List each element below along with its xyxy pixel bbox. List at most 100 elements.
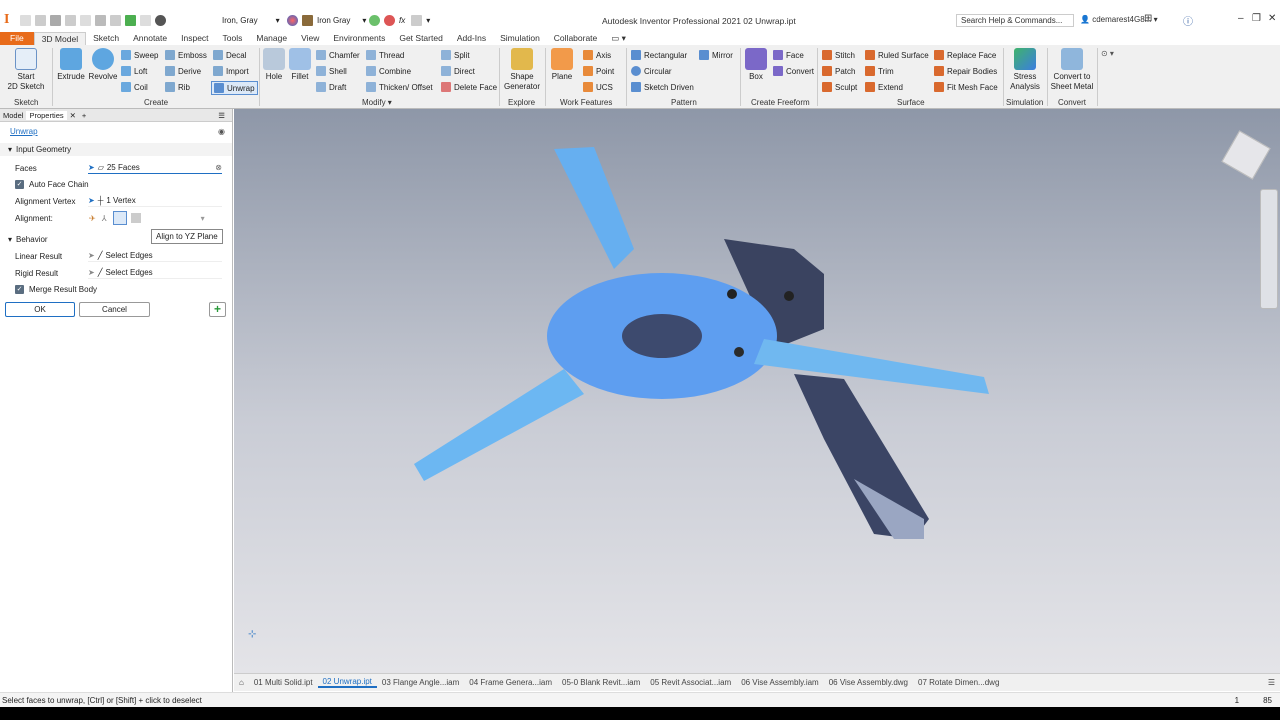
clear-selection-icon[interactable]: ⊗ <box>215 163 222 172</box>
tab-inspect[interactable]: Inspect <box>174 32 215 45</box>
alignment-vertex-selector[interactable]: ➤ ┼ 1 Vertex <box>88 195 222 207</box>
new-icon[interactable] <box>20 15 31 26</box>
update-icon[interactable] <box>125 15 136 26</box>
unwrap-part[interactable] <box>414 147 989 539</box>
axis-button[interactable]: Axis <box>583 50 611 60</box>
fx-icon[interactable]: fx <box>399 16 405 25</box>
ucs-button[interactable]: UCS <box>583 82 613 92</box>
split-button[interactable]: Split <box>441 50 470 60</box>
auto-face-chain-checkbox[interactable]: ✓ Auto Face Chain <box>15 180 89 189</box>
extrude-button[interactable]: Extrude <box>56 48 86 82</box>
panel-menu-icon[interactable]: ☰ <box>215 111 228 120</box>
tab-sketch[interactable]: Sketch <box>86 32 126 45</box>
fillet-button[interactable]: Fillet <box>288 48 312 82</box>
coil-button[interactable]: Coil <box>121 82 148 92</box>
clear-icon[interactable] <box>384 15 395 26</box>
plane-button[interactable]: Plane <box>548 48 576 82</box>
box-button[interactable]: Box <box>744 48 768 82</box>
navigation-bar[interactable] <box>1260 189 1278 309</box>
ok-button[interactable]: OK <box>5 302 75 317</box>
doc-tab[interactable]: 06 Vise Assembly.dwg <box>824 678 913 687</box>
stitch-button[interactable]: Stitch <box>822 50 855 60</box>
home-icon[interactable] <box>95 15 106 26</box>
add-tab-icon[interactable]: + <box>79 111 89 120</box>
thicken-offset-button[interactable]: Thicken/ Offset <box>366 82 433 92</box>
derive-button[interactable]: Derive <box>165 66 201 76</box>
minimize-button[interactable]: – <box>1238 13 1244 24</box>
material-dropdown[interactable]: Iron, Gray ▾ <box>222 14 280 27</box>
cart-icon[interactable]: ⊞ <box>1144 13 1152 24</box>
circular-pattern-button[interactable]: Circular <box>631 66 672 76</box>
help-icon[interactable]: ⓘ <box>1183 13 1193 28</box>
start-2d-sketch-button[interactable]: Start 2D Sketch <box>6 48 46 92</box>
rigid-result-selector[interactable]: ➤ ╱ Select Edges <box>88 267 222 279</box>
align-plane-icon[interactable] <box>112 211 127 225</box>
sweep-button[interactable]: Sweep <box>121 50 158 60</box>
tab-view[interactable]: View <box>294 32 326 45</box>
emboss-button[interactable]: Emboss <box>165 50 207 60</box>
close-tab-icon[interactable]: ✕ <box>67 111 79 120</box>
add-icon[interactable]: + <box>209 302 226 317</box>
doc-tab-active[interactable]: 02 Unwrap.ipt <box>317 677 377 688</box>
doc-tab[interactable]: 06 Vise Assembly.iam <box>736 678 824 687</box>
linear-result-selector[interactable]: ➤ ╱ Select Edges <box>88 250 222 262</box>
point-button[interactable]: Point <box>583 66 614 76</box>
loft-button[interactable]: Loft <box>121 66 147 76</box>
home-icon[interactable]: ⌂ <box>234 678 249 687</box>
doc-tab[interactable]: 03 Flange Angle...iam <box>377 678 464 687</box>
fit-mesh-face-button[interactable]: Fit Mesh Face <box>934 82 998 92</box>
rectangular-pattern-button[interactable]: Rectangular <box>631 50 687 60</box>
mirror-button[interactable]: Mirror <box>699 50 733 60</box>
ribbon-options-icon[interactable]: ⊙ ▾ <box>1101 49 1114 58</box>
draft-button[interactable]: Draft <box>316 82 346 92</box>
tab-model[interactable]: Model <box>0 111 26 120</box>
save-icon[interactable] <box>50 15 61 26</box>
ruled-surface-button[interactable]: Ruled Surface <box>865 50 929 60</box>
shell-button[interactable]: Shell <box>316 66 347 76</box>
eye-icon[interactable]: ◉ <box>218 127 225 136</box>
tab-get-started[interactable]: Get Started <box>392 32 449 45</box>
undo-icon[interactable] <box>65 15 76 26</box>
align-xy-icon[interactable]: ✈ <box>89 214 96 223</box>
clear-appearance-icon[interactable] <box>155 15 166 26</box>
tab-file[interactable]: File <box>0 32 34 45</box>
replace-face-button[interactable]: Replace Face <box>934 50 996 60</box>
doc-tab[interactable]: 07 Rotate Dimen...dwg <box>913 678 1004 687</box>
restore-button[interactable]: ❐ <box>1252 13 1261 24</box>
open-icon[interactable] <box>35 15 46 26</box>
extend-button[interactable]: Extend <box>865 82 903 92</box>
convert-button[interactable]: Convert <box>773 66 814 76</box>
thread-button[interactable]: Thread <box>366 50 404 60</box>
patch-button[interactable]: Patch <box>822 66 855 76</box>
measure-icon[interactable] <box>140 15 151 26</box>
trim-button[interactable]: Trim <box>865 66 894 76</box>
tab-properties[interactable]: Properties <box>26 110 67 120</box>
tab-add-ins[interactable]: Add-Ins <box>450 32 493 45</box>
group-modify[interactable]: Modify ▾ <box>362 98 392 107</box>
face-button[interactable]: Face <box>773 50 804 60</box>
close-button[interactable]: ✕ <box>1268 13 1276 24</box>
tab-environments[interactable]: Environments <box>326 32 392 45</box>
faces-selector[interactable]: ➤ ▱ 25 Faces ⊗ <box>88 162 222 174</box>
repair-bodies-button[interactable]: Repair Bodies <box>934 66 997 76</box>
input-geometry-header[interactable]: ▾ Input Geometry <box>0 143 232 156</box>
panel-toggle-icon[interactable]: ▭ ▾ <box>604 32 633 45</box>
tab-3d-model[interactable]: 3D Model <box>33 32 87 45</box>
adjust-icon[interactable] <box>369 15 380 26</box>
sketch-driven-button[interactable]: Sketch Driven <box>631 82 694 92</box>
direct-button[interactable]: Direct <box>441 66 475 76</box>
cancel-button[interactable]: Cancel <box>79 302 150 317</box>
delete-face-button[interactable]: Delete Face <box>441 82 497 92</box>
tab-collaborate[interactable]: Collaborate <box>547 32 604 45</box>
revolve-button[interactable]: Revolve <box>88 48 118 82</box>
param-icon[interactable] <box>411 15 423 26</box>
shape-generator-button[interactable]: Shape Generator <box>503 48 541 92</box>
inventor-logo-icon[interactable]: I <box>4 12 18 28</box>
tab-menu-icon[interactable]: ☰ <box>1263 678 1280 687</box>
appearance-dropdown[interactable]: Iron Gray ▾ <box>287 14 366 27</box>
doc-tab[interactable]: 04 Frame Genera...iam <box>464 678 557 687</box>
sculpt-button[interactable]: Sculpt <box>822 82 857 92</box>
customize-arrow-icon[interactable]: ▾ <box>426 16 430 25</box>
align-xz-icon[interactable]: ⅄ <box>102 214 107 223</box>
tab-simulation[interactable]: Simulation <box>493 32 547 45</box>
